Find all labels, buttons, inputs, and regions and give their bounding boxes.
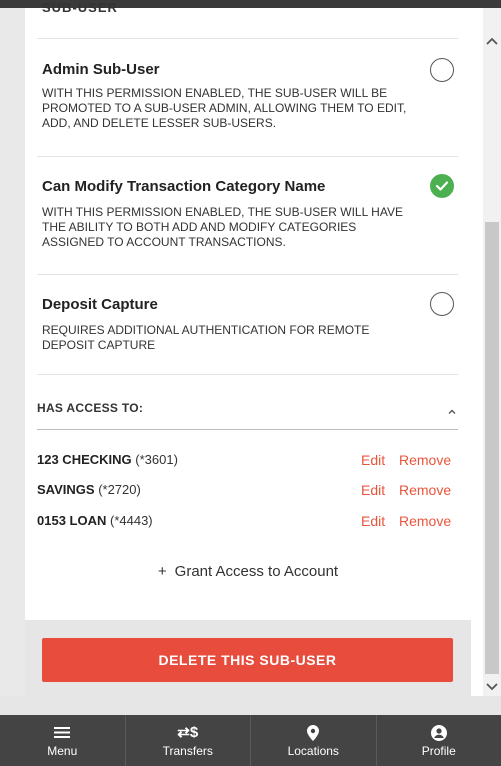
- edit-account-link[interactable]: Edit: [361, 452, 385, 468]
- nav-item-menu[interactable]: Menu: [0, 715, 126, 766]
- divider: [37, 374, 458, 375]
- remove-account-link[interactable]: Remove: [399, 452, 451, 468]
- section-heading-cut: SUB-USER: [42, 0, 118, 12]
- scroll-down-arrow-icon[interactable]: [483, 678, 501, 696]
- nav-item-transfers[interactable]: ⇄$ Transfers: [126, 715, 251, 766]
- permission-title-admin-sub-user: Admin Sub-User: [42, 61, 160, 78]
- divider: [37, 38, 458, 39]
- profile-icon: [430, 724, 447, 742]
- account-number: (*2720): [98, 482, 141, 497]
- location-pin-icon: [307, 724, 320, 742]
- checkmark-icon: [435, 181, 449, 191]
- account-name: 123 CHECKING: [37, 452, 132, 467]
- delete-sub-user-button[interactable]: DELETE THIS SUB-USER: [42, 638, 453, 682]
- plus-icon: +: [157, 563, 167, 580]
- grant-access-button[interactable]: + Grant Access to Account: [25, 563, 471, 580]
- menu-icon: [54, 724, 71, 742]
- account-name: SAVINGS: [37, 482, 95, 497]
- nav-label-locations: Locations: [287, 743, 339, 758]
- account-number: (*3601): [135, 452, 178, 467]
- edit-account-link[interactable]: Edit: [361, 513, 385, 529]
- permission-toggle-admin-sub-user[interactable]: [430, 58, 454, 82]
- scroll-up-arrow-icon[interactable]: [483, 32, 501, 50]
- remove-account-link[interactable]: Remove: [399, 482, 451, 498]
- permission-desc-deposit-capture: Requires additional authentication for r…: [42, 323, 370, 352]
- nav-item-profile[interactable]: Profile: [377, 715, 501, 766]
- divider: [37, 274, 458, 275]
- account-number: (*4443): [110, 513, 153, 528]
- right-gutter: [471, 8, 483, 696]
- account-row: 123 CHECKING (*3601) Edit Remove: [37, 452, 462, 472]
- permission-toggle-modify-category[interactable]: [430, 174, 454, 198]
- transfers-icon: ⇄$: [177, 723, 199, 741]
- nav-item-locations[interactable]: Locations: [251, 715, 377, 766]
- bottom-nav-bar: Menu ⇄$ Transfers Locations Profile: [0, 715, 501, 766]
- scrollbar-thumb[interactable]: [485, 222, 499, 674]
- access-section-header: HAS ACCESS TO:: [37, 401, 144, 415]
- nav-label-menu: Menu: [47, 743, 78, 758]
- edit-account-link[interactable]: Edit: [361, 482, 385, 498]
- permission-title-modify-category: Can Modify Transaction Category Name: [42, 178, 326, 195]
- permission-toggle-deposit-capture[interactable]: [430, 292, 454, 316]
- account-name: 0153 LOAN: [37, 513, 107, 528]
- grant-access-label: Grant Access to Account: [174, 563, 339, 580]
- left-margin: [0, 8, 25, 696]
- permission-desc-admin-sub-user: With this permission enabled, the sub-us…: [42, 86, 407, 130]
- permission-desc-modify-category: With this permission enabled, the sub-us…: [42, 205, 403, 249]
- remove-account-link[interactable]: Remove: [399, 513, 451, 529]
- access-header-underline: [37, 429, 458, 430]
- account-row: SAVINGS (*2720) Edit Remove: [37, 482, 462, 502]
- nav-label-transfers: Transfers: [162, 743, 213, 758]
- nav-label-profile: Profile: [421, 743, 456, 758]
- account-row: 0153 LOAN (*4443) Edit Remove: [37, 513, 462, 533]
- collapse-chevron-up-icon[interactable]: [447, 404, 457, 414]
- permission-title-deposit-capture: Deposit Capture: [42, 296, 158, 313]
- divider: [37, 156, 458, 157]
